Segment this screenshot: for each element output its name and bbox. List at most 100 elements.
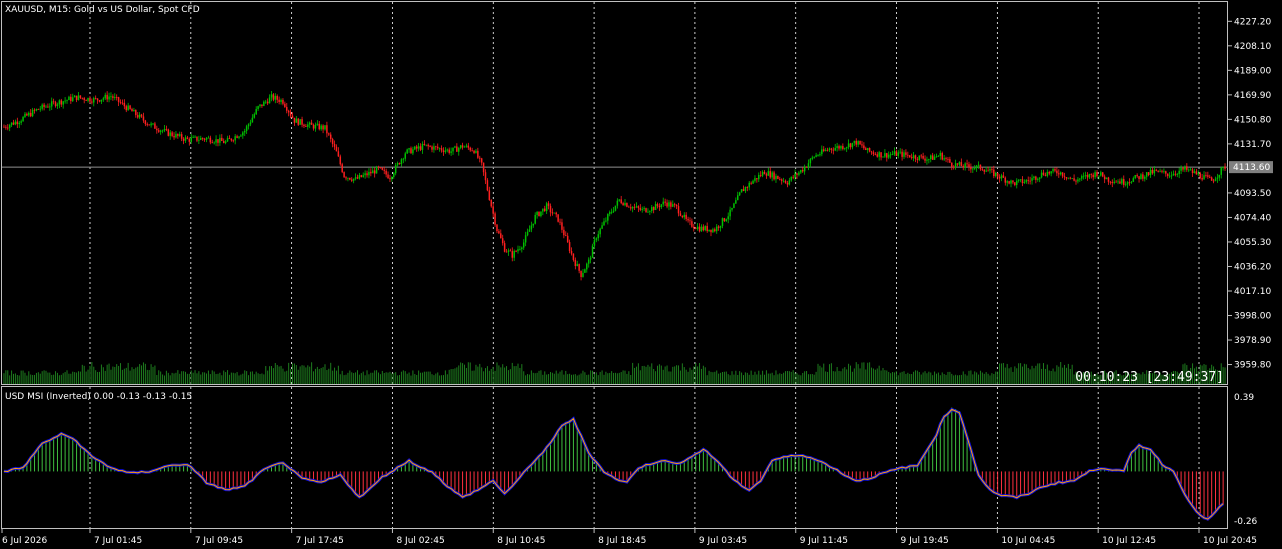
- chart-window[interactable]: 4227.20 4208.10 4189.00 4169.90 4150.80 4131.…: [0, 0, 1282, 549]
- candle-body: [68, 96, 70, 101]
- candle-body: [419, 146, 422, 150]
- candle-body: [293, 117, 296, 123]
- candle-body: [1203, 175, 1205, 180]
- candle-body: [360, 175, 363, 177]
- candle-body: [679, 213, 682, 216]
- candle-body: [977, 164, 980, 166]
- candle-body: [547, 203, 550, 206]
- candle-body: [207, 137, 210, 139]
- candle-body: [486, 180, 489, 191]
- candle-body: [884, 153, 886, 157]
- candle-body: [135, 110, 137, 116]
- candle-body: [622, 203, 624, 206]
- candle-body: [914, 155, 917, 159]
- candle-body: [796, 173, 798, 175]
- candle-body: [467, 145, 470, 148]
- candle-body: [874, 154, 877, 155]
- candle-body: [328, 133, 330, 135]
- candle-body: [1220, 167, 1222, 175]
- price-tick-label: 4074.40: [1234, 213, 1271, 223]
- candle-body: [1017, 179, 1020, 181]
- candle-body: [85, 100, 87, 101]
- candle-body: [234, 136, 236, 141]
- candle-body: [47, 106, 49, 108]
- candle-body: [215, 139, 217, 143]
- candle-body: [56, 104, 59, 107]
- candle-body: [461, 145, 464, 148]
- candle-body: [119, 102, 122, 103]
- candle-body: [1010, 180, 1012, 184]
- candle-body: [232, 140, 235, 142]
- candle-body: [100, 99, 103, 102]
- candle-body: [1214, 178, 1217, 182]
- candle-body: [1038, 177, 1041, 179]
- candle-body: [656, 204, 659, 207]
- candle-body: [775, 175, 777, 180]
- candle-body: [633, 206, 636, 208]
- candle-body: [737, 195, 739, 201]
- candle-body: [415, 146, 418, 149]
- candle-body: [148, 124, 150, 126]
- candle-body: [1222, 166, 1224, 168]
- price-tick-label: 4131.70: [1234, 140, 1271, 150]
- candle-body: [209, 137, 212, 143]
- candle-body: [161, 130, 164, 132]
- candle-body: [933, 156, 936, 160]
- candle-body: [714, 229, 716, 232]
- candle-body: [3, 126, 5, 128]
- candle-body: [301, 119, 303, 125]
- candle-body: [524, 235, 527, 243]
- candle-body: [87, 98, 89, 101]
- candle-body: [840, 146, 842, 149]
- candle-body: [673, 204, 676, 206]
- candle-body: [586, 263, 588, 270]
- candle-body: [748, 182, 750, 188]
- candle-body: [194, 136, 196, 138]
- candle-body: [1023, 182, 1026, 184]
- candle-body: [263, 101, 265, 107]
- candle-body: [693, 226, 695, 229]
- candle-body: [708, 229, 710, 232]
- candle-body: [694, 228, 697, 230]
- candle-body: [150, 123, 152, 126]
- candle-body: [507, 250, 510, 252]
- candle-body: [819, 154, 821, 156]
- candle-body: [605, 220, 607, 222]
- candle-body: [297, 118, 299, 125]
- candle-body: [115, 96, 118, 98]
- candle-body: [765, 174, 768, 176]
- candle-body: [503, 243, 506, 252]
- candle-body: [456, 146, 458, 152]
- candle-body: [993, 169, 995, 177]
- candle-body: [169, 132, 171, 136]
- candle-body: [480, 158, 483, 163]
- candle-body: [362, 175, 364, 177]
- candle-body: [274, 95, 277, 100]
- candle-body: [108, 96, 110, 100]
- candle-body: [498, 231, 500, 234]
- candle-body: [664, 201, 666, 203]
- candle-body: [526, 231, 529, 236]
- candle-body: [889, 154, 892, 156]
- candle-body: [240, 135, 242, 137]
- candle-body: [1000, 175, 1003, 179]
- candle-body: [1170, 175, 1173, 177]
- candle-body: [641, 208, 643, 210]
- candle-body: [337, 151, 340, 157]
- candle-body: [182, 138, 185, 141]
- candle-body: [519, 248, 521, 250]
- candle-body: [1186, 166, 1188, 170]
- candle-body: [616, 200, 619, 206]
- candle-body: [91, 101, 93, 103]
- candle-body: [847, 143, 850, 148]
- candle-body: [75, 95, 78, 100]
- candle-body: [484, 172, 487, 181]
- candle-timer: 00:10:23 [23:49:37]: [1075, 370, 1224, 385]
- candle-body: [28, 112, 30, 116]
- candle-body: [400, 159, 403, 165]
- candle-body: [920, 155, 922, 157]
- candle-body: [863, 145, 865, 149]
- candle-body: [106, 94, 108, 100]
- candle-body: [660, 204, 663, 208]
- candle-body: [826, 149, 829, 151]
